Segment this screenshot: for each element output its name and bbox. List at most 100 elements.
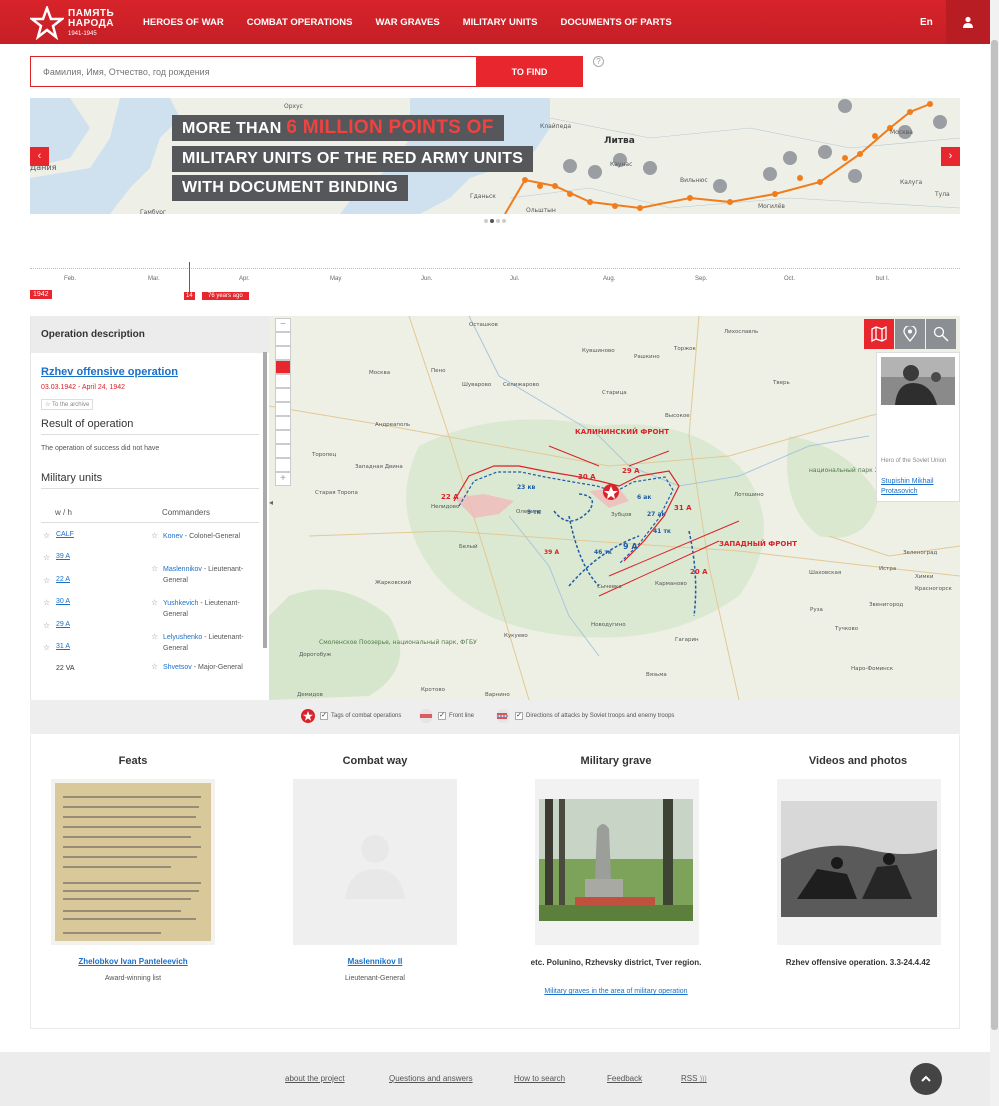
legend-directions-label: Directions of attacks by Soviet troops a… [526,713,675,719]
commander-link[interactable]: Lelyushenko [163,634,202,641]
banner-dot[interactable] [496,219,500,223]
star-icon[interactable]: ☆ [43,621,50,630]
zoom-in-button[interactable]: − [275,318,291,332]
star-icon[interactable]: ☆ [43,643,50,652]
operation-map[interactable]: КАЛИНИНСКИЙ ФРОНТ ЗАПАДНЫЙ ФРОНТ 22 А 30… [269,316,960,700]
zoom-level[interactable] [275,374,291,388]
zoom-level[interactable] [275,388,291,402]
zoom-level[interactable] [275,402,291,416]
zoom-level[interactable] [275,346,291,360]
logo[interactable]: ПАМЯТЬ НАРОДА 1941-1945 [30,6,120,40]
footer-rss-link[interactable]: RSS ))) [681,1074,707,1083]
checkbox-icon[interactable]: ✓ [320,712,328,720]
checkbox-icon[interactable]: ✓ [438,712,446,720]
footer-about-link[interactable]: about the project [285,1074,345,1083]
footer-faq-link[interactable]: Questions and answers [389,1074,473,1083]
pin-icon [903,326,917,342]
search-place-button[interactable] [926,319,956,349]
feats-link[interactable]: Zhelobkov Ivan Panteleevich [33,957,233,966]
commander-link[interactable]: Yushkevich [163,600,198,607]
nav-heroes[interactable]: HEROES OF WAR [143,17,224,28]
panel-scrollbar[interactable] [263,352,267,648]
zoom-level[interactable] [275,430,291,444]
unit-link[interactable]: 29 A [56,621,70,628]
star-icon[interactable]: ☆ [151,662,158,671]
legend-directions[interactable]: ✓ Directions of attacks by Soviet troops… [495,709,674,723]
logo-line2: НАРОДА [68,18,114,29]
star-icon[interactable]: ☆ [43,598,50,607]
nav-military-units[interactable]: MILITARY UNITS [463,17,538,28]
commander-link[interactable]: Maslennikov [163,566,202,573]
zoom-level[interactable] [275,458,291,472]
commander-link[interactable]: Konev [163,533,183,540]
zoom-level[interactable] [275,444,291,458]
zoom-level-active[interactable] [275,360,291,374]
star-icon[interactable]: ☆ [151,564,158,573]
unit-link[interactable]: 31 A [56,643,70,650]
banner-dot[interactable] [484,219,488,223]
star-icon[interactable]: ☆ [151,632,158,641]
timeline-month: Jun. [421,276,433,282]
hero-name-link[interactable]: Stupishin Mikhail Protasovich [881,477,957,497]
legend-tags-label: Tags of combat operations [331,713,402,719]
unit-link[interactable]: 30 A [56,598,70,605]
footer-feedback-link[interactable]: Feedback [607,1074,642,1083]
nav-documents[interactable]: DOCUMENTS OF PARTS [561,17,672,28]
language-switch[interactable]: En [920,17,933,28]
operation-title-link[interactable]: Rzhev offensive operation [41,366,178,378]
footer: about the project Questions and answers … [0,1052,990,1106]
combat-image-placeholder[interactable] [293,779,457,945]
page-scrollbar[interactable] [990,0,999,1106]
user-button[interactable] [946,0,990,44]
svg-text:Орхус: Орхус [284,103,303,110]
feats-image[interactable] [51,779,215,945]
unit-link[interactable]: 22 A [56,576,70,583]
zoom-level[interactable] [275,332,291,346]
unit-link[interactable]: 39 A [56,553,70,560]
scroll-top-button[interactable] [910,1063,942,1095]
zoom-level[interactable] [275,416,291,430]
banner-prev-button[interactable]: ‹ [30,147,49,166]
user-icon [963,16,973,28]
legend-front[interactable]: ✓ Front line [418,709,474,723]
hero-card[interactable]: Hero of the Soviet Union Stupishin Mikha… [876,352,960,502]
nav-war-graves[interactable]: WAR GRAVES [376,17,440,28]
commander-link[interactable]: Shvetsov [163,664,192,671]
star-icon[interactable]: ☆ [151,598,158,607]
svg-text:Торопец: Торопец [311,452,337,458]
star-icon[interactable]: ☆ [43,531,50,540]
army-label: 39 А [544,549,559,556]
grave-link[interactable]: Military graves in the area of military … [516,987,716,996]
help-icon[interactable]: ? [593,56,604,67]
star-icon[interactable]: ☆ [43,576,50,585]
collapse-panel-icon[interactable]: ◂ [269,498,279,512]
video-image[interactable] [777,779,941,945]
timeline[interactable]: Feb. Mar. Apr. May Jun. Jul. Aug. Sep. O… [30,262,960,308]
unit-link[interactable]: CALF [56,531,74,538]
hero-photo [881,357,955,405]
svg-text:Пено: Пено [431,368,446,374]
star-icon[interactable]: ☆ [151,531,158,540]
checkbox-icon[interactable]: ✓ [515,712,523,720]
divider [41,434,259,435]
combat-link[interactable]: Maslennikov II [275,957,475,966]
search-pin-icon [933,326,949,342]
search-input[interactable] [30,56,477,87]
banner-next-button[interactable]: › [941,147,960,166]
banner-dot-active[interactable] [490,219,494,223]
grave-location: etc. Polunino, Rzhevsky district, Tver r… [530,958,702,967]
footer-how-to-search-link[interactable]: How to search [514,1074,565,1083]
archive-button[interactable]: ☆ To the archive [41,399,94,410]
map-layer-button[interactable] [864,319,894,349]
map-legend: ✓ Tags of combat operations ✓ Front line… [30,700,960,734]
nav-combat-operations[interactable]: COMBAT OPERATIONS [247,17,353,28]
scrollbar-thumb[interactable] [991,40,998,1030]
star-icon[interactable]: ☆ [43,553,50,562]
front-label: КАЛИНИНСКИЙ ФРОНТ [575,427,669,436]
banner-dot[interactable] [502,219,506,223]
location-button[interactable] [895,319,925,349]
grave-image[interactable] [535,779,699,945]
zoom-out-button[interactable]: + [275,472,291,486]
legend-tags[interactable]: ✓ Tags of combat operations [300,708,401,724]
search-button[interactable]: TO FIND [476,56,583,87]
